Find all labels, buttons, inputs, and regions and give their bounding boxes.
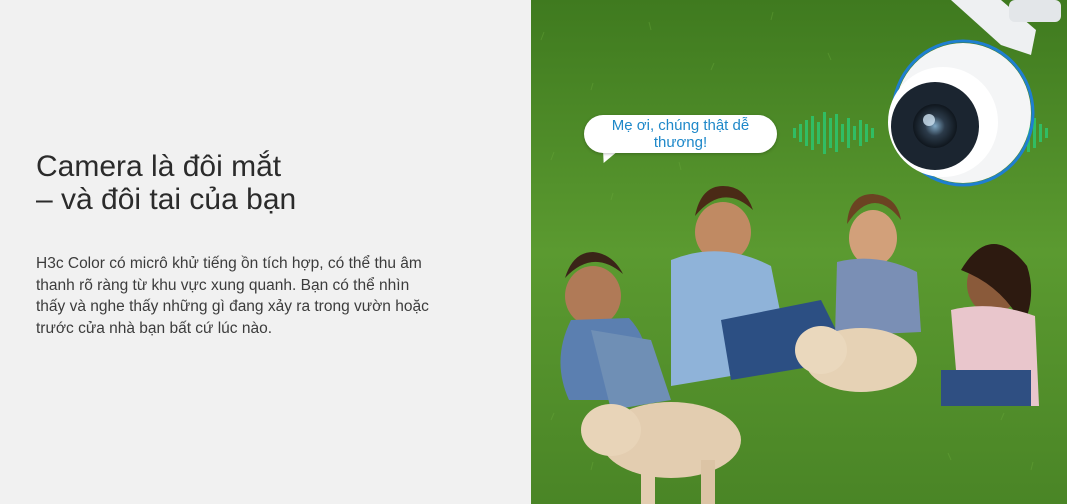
feature-headline: Camera là đôi mắt – và đôi tai của bạn — [36, 150, 496, 216]
speech-bubble-text: Mẹ ơi, chúng thật dễ thương! — [611, 117, 750, 151]
feature-description: H3c Color có micrô khử tiếng ồn tích hợp… — [36, 255, 429, 337]
speech-bubble: Mẹ ơi, chúng thật dễ thương! — [584, 115, 777, 153]
headline-line-2: – và đôi tai của bạn — [36, 183, 297, 216]
photo-illustration — [531, 0, 1067, 504]
feature-photo — [531, 0, 1067, 504]
headline-line-1: Camera là đôi mắt — [36, 150, 282, 183]
text-panel: Camera là đôi mắt – và đôi tai của bạn H… — [0, 0, 531, 504]
